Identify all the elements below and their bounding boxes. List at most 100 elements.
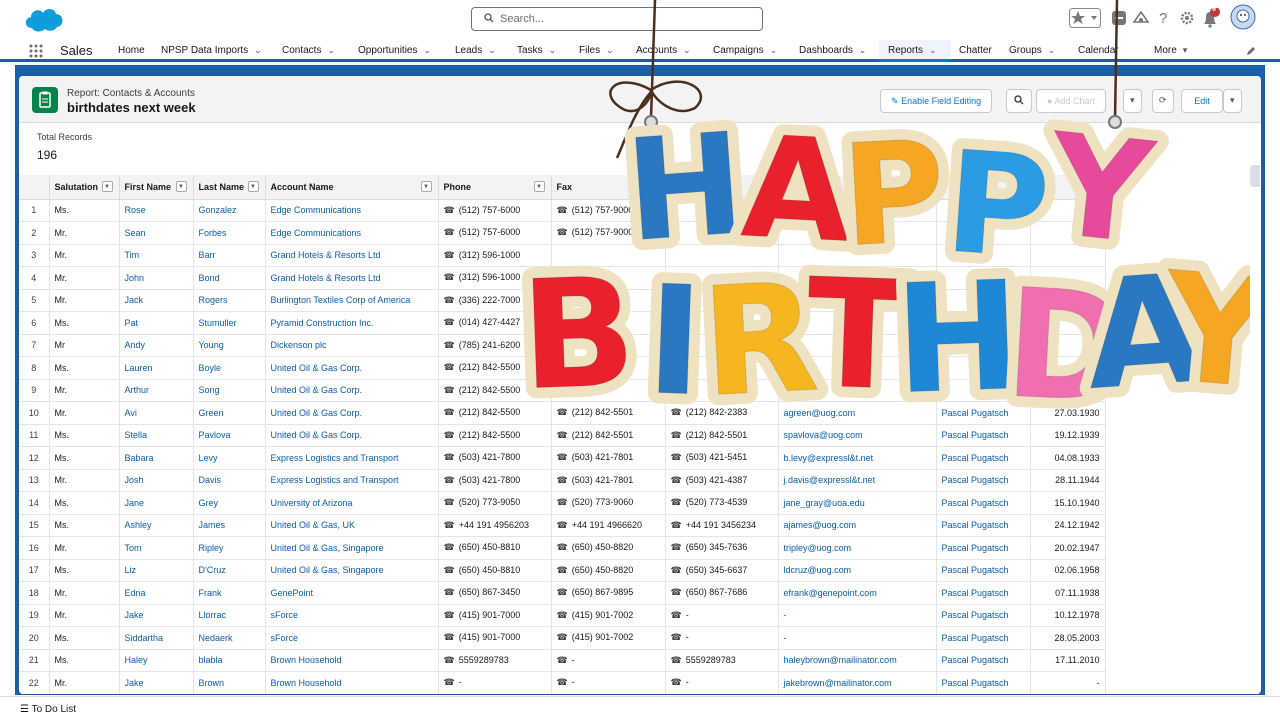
email-cell[interactable]: - bbox=[778, 604, 937, 627]
email-cell[interactable]: jakebrown@mailinator.com bbox=[778, 671, 937, 694]
last-name-cell[interactable]: Song bbox=[193, 379, 266, 402]
account-name-cell[interactable]: Grand Hotels & Resorts Ltd bbox=[265, 266, 439, 290]
account-name-cell[interactable]: Express Logistics and Transport bbox=[265, 469, 439, 492]
email-cell[interactable] bbox=[778, 266, 937, 290]
account-name-cell[interactable]: Burlington Textiles Corp of America bbox=[265, 289, 439, 312]
account-name-cell[interactable]: United Oil & Gas Corp. bbox=[265, 401, 439, 425]
last-name-cell[interactable]: Rogers bbox=[193, 289, 266, 312]
search-report-button[interactable] bbox=[1006, 89, 1032, 113]
first-name-cell[interactable]: Rose bbox=[119, 199, 194, 222]
owner-cell[interactable]: Pascal Pugatsch bbox=[936, 401, 1031, 425]
first-name-cell[interactable]: Avi bbox=[119, 401, 194, 425]
filter-menu-button[interactable]: ▾ bbox=[1123, 89, 1142, 113]
email-cell[interactable]: b.levy@expressl&t.net bbox=[778, 446, 937, 470]
email-cell[interactable]: jane_gray@uoa.edu bbox=[778, 491, 937, 515]
last-name-cell[interactable]: Green bbox=[193, 401, 266, 425]
account-name-cell[interactable]: Pyramid Construction Inc. bbox=[265, 311, 439, 335]
owner-cell[interactable] bbox=[936, 289, 1031, 312]
email-cell[interactable]: ajames@uog.com bbox=[778, 514, 937, 537]
last-name-cell[interactable]: Frank bbox=[193, 581, 266, 605]
first-name-cell[interactable]: Lauren bbox=[119, 356, 194, 380]
chevron-down-icon[interactable]: ⌄ bbox=[770, 45, 778, 55]
last-name-cell[interactable]: Brown bbox=[193, 671, 266, 694]
account-name-cell[interactable]: United Oil & Gas, Singapore bbox=[265, 559, 439, 582]
side-panel-toggle[interactable] bbox=[1250, 165, 1260, 187]
email-cell[interactable]: ldcruz@uog.com bbox=[778, 559, 937, 582]
column-header-account-name[interactable]: Account Name ▼ bbox=[265, 175, 439, 200]
account-name-cell[interactable]: GenePoint bbox=[265, 581, 439, 605]
owner-cell[interactable]: Pascal Pugatsch bbox=[936, 536, 1031, 560]
nav-item-campaigns[interactable]: Campaigns ⌄ bbox=[713, 45, 777, 56]
first-name-cell[interactable]: Pat bbox=[119, 311, 194, 335]
last-name-cell[interactable]: Levy bbox=[193, 446, 266, 470]
owner-cell[interactable]: Pascal Pugatsch bbox=[936, 581, 1031, 605]
account-name-cell[interactable]: University of Arizona bbox=[265, 491, 439, 515]
last-name-cell[interactable]: Young bbox=[193, 334, 266, 357]
nav-item-opportunities[interactable]: Opportunities ⌄ bbox=[358, 45, 431, 56]
column-header-last-name[interactable]: Last Name ▼ bbox=[193, 175, 266, 200]
owner-cell[interactable] bbox=[936, 334, 1031, 357]
app-launcher-icon[interactable] bbox=[28, 43, 44, 64]
account-name-cell[interactable]: United Oil & Gas Corp. bbox=[265, 356, 439, 380]
chevron-down-icon[interactable]: ⌄ bbox=[606, 45, 614, 55]
owner-cell[interactable] bbox=[936, 379, 1031, 402]
column-menu-icon[interactable]: ▼ bbox=[533, 181, 545, 192]
owner-cell[interactable]: Pascal Pugatsch bbox=[936, 469, 1031, 492]
last-name-cell[interactable]: Boyle bbox=[193, 356, 266, 380]
nav-item-reports[interactable]: Reports ⌄ bbox=[879, 40, 951, 62]
first-name-cell[interactable]: Liz bbox=[119, 559, 194, 582]
account-name-cell[interactable]: sForce bbox=[265, 604, 439, 627]
edit-button[interactable]: Edit bbox=[1181, 89, 1223, 113]
first-name-cell[interactable]: Tim bbox=[119, 244, 194, 267]
email-cell[interactable] bbox=[778, 244, 937, 267]
email-cell[interactable] bbox=[778, 334, 937, 357]
nav-item-chatter[interactable]: Chatter bbox=[959, 45, 992, 56]
email-cell[interactable] bbox=[778, 199, 937, 222]
last-name-cell[interactable]: Bond bbox=[193, 266, 266, 290]
caret-down-icon[interactable]: ▾ bbox=[1183, 45, 1188, 55]
column-header-owner[interactable] bbox=[936, 175, 1031, 200]
chevron-down-icon[interactable]: ⌄ bbox=[859, 45, 867, 55]
column-header-mobile[interactable] bbox=[665, 175, 779, 200]
first-name-cell[interactable]: Haley bbox=[119, 649, 194, 672]
owner-cell[interactable]: Pascal Pugatsch bbox=[936, 649, 1031, 672]
first-name-cell[interactable]: Jake bbox=[119, 604, 194, 627]
email-cell[interactable]: j.davis@expressl&t.net bbox=[778, 469, 937, 492]
nav-item-dashboards[interactable]: Dashboards ⌄ bbox=[799, 45, 866, 56]
last-name-cell[interactable]: Barr bbox=[193, 244, 266, 267]
global-search-input[interactable]: Search... bbox=[471, 7, 763, 31]
first-name-cell[interactable]: Siddartha bbox=[119, 626, 194, 650]
refresh-button[interactable]: ⟳ bbox=[1152, 89, 1174, 113]
first-name-cell[interactable]: Josh bbox=[119, 469, 194, 492]
owner-cell[interactable] bbox=[936, 244, 1031, 267]
column-menu-icon[interactable]: ▼ bbox=[175, 181, 187, 192]
last-name-cell[interactable]: D'Cruz bbox=[193, 559, 266, 582]
nav-item-more[interactable]: More ▾ bbox=[1154, 45, 1187, 56]
owner-cell[interactable]: Pascal Pugatsch bbox=[936, 671, 1031, 694]
owner-cell[interactable]: Pascal Pugatsch bbox=[936, 446, 1031, 470]
last-name-cell[interactable]: blabla bbox=[193, 649, 266, 672]
to-do-list-button[interactable]: ☰ To Do List bbox=[20, 704, 76, 715]
first-name-cell[interactable]: Tom bbox=[119, 536, 194, 560]
email-cell[interactable]: tripley@uog.com bbox=[778, 536, 937, 560]
account-name-cell[interactable]: United Oil & Gas Corp. bbox=[265, 424, 439, 447]
first-name-cell[interactable]: Jack bbox=[119, 289, 194, 312]
email-cell[interactable] bbox=[778, 221, 937, 245]
favorites-icon[interactable] bbox=[1069, 8, 1101, 30]
owner-cell[interactable]: Pascal Pugatsch bbox=[936, 424, 1031, 447]
last-name-cell[interactable]: Pavlova bbox=[193, 424, 266, 447]
chevron-down-icon[interactable]: ⌄ bbox=[423, 45, 431, 55]
first-name-cell[interactable]: Jane bbox=[119, 491, 194, 515]
setup-gear-icon[interactable] bbox=[1179, 8, 1195, 30]
column-header-fax[interactable]: Fax bbox=[551, 175, 666, 200]
chevron-down-icon[interactable]: ⌄ bbox=[488, 45, 496, 55]
nav-item-files[interactable]: Files ⌄ bbox=[579, 45, 614, 56]
nav-item-accounts[interactable]: Accounts ⌄ bbox=[636, 45, 691, 56]
nav-item-calendar[interactable]: Calendar bbox=[1078, 45, 1119, 56]
owner-cell[interactable] bbox=[936, 221, 1031, 245]
first-name-cell[interactable]: Edna bbox=[119, 581, 194, 605]
last-name-cell[interactable]: Stumuller bbox=[193, 311, 266, 335]
first-name-cell[interactable]: Stella bbox=[119, 424, 194, 447]
account-name-cell[interactable]: United Oil & Gas, UK bbox=[265, 514, 439, 537]
add-chart-button[interactable]: ● Add Chart bbox=[1036, 89, 1106, 113]
